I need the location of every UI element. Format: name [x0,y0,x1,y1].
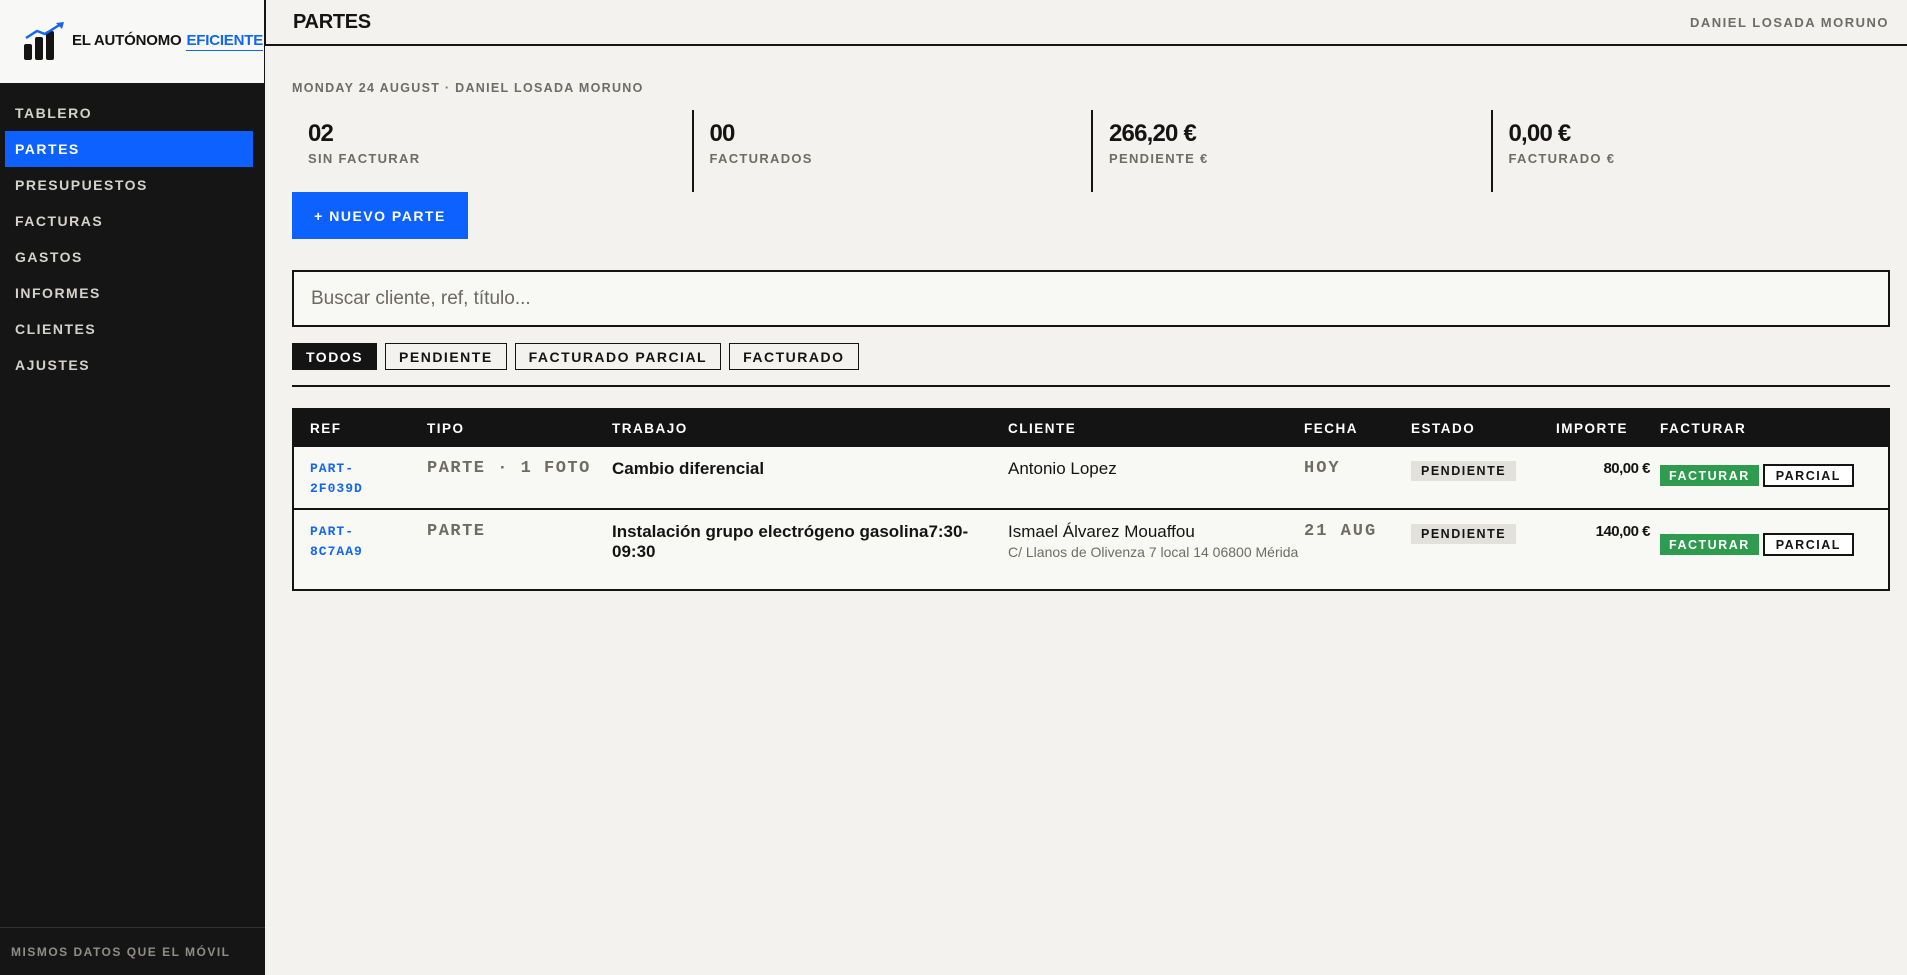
sidebar-item-partes[interactable]: PARTES [5,131,253,167]
cliente-name: Antonio Lopez [1008,459,1117,478]
sidebar-item-gastos[interactable]: GASTOS [5,239,253,275]
bar-chart-growth-icon [24,21,64,60]
tipo-value: PARTE [427,522,486,541]
stat-sin-facturar: 02 SIN FACTURAR [292,110,692,192]
column-header-facturar: FACTURAR [1660,421,1747,436]
trabajo-cell: Instalación grupo electrógeno gasolina7:… [612,510,1008,589]
importe-cell: 80,00 € [1556,447,1660,508]
trabajo-cell: Cambio diferencial [612,447,1008,508]
facturar-button[interactable]: FACTURAR [1660,465,1759,486]
ref-prefix: PART- [310,461,355,476]
sidebar-item-presupuestos[interactable]: PRESUPUESTOS [5,167,253,203]
sidebar-item-informes[interactable]: INFORMES [5,275,253,311]
filter-todos[interactable]: TODOS [292,343,378,370]
date-subtitle: MONDAY 24 AUGUST · DANIEL LOSADA MORUNO [292,81,644,95]
table-header: REF TIPO TRABAJO CLIENTE FECHA ESTADO IM… [294,410,1888,447]
stats-row: 02 SIN FACTURAR 00 FACTURADOS 266,20 € P… [292,110,1890,192]
filter-group: TODOS PENDIENTE FACTURADO PARCIAL FACTUR… [292,343,859,370]
partes-table: REF TIPO TRABAJO CLIENTE FECHA ESTADO IM… [292,408,1890,591]
brand-name-part2: EFICIENTE [186,32,264,51]
stat-value: 266,20 € [1109,120,1197,147]
fecha-cell: HOY [1304,447,1411,508]
stat-value: 00 [709,120,736,147]
cliente-cell: Ismael Álvarez Mouaffou C/ Llanos de Oli… [1008,510,1304,589]
sidebar-item-clientes[interactable]: CLIENTES [5,311,253,347]
new-parte-button[interactable]: + NUEVO PARTE [292,192,468,239]
column-header-trabajo[interactable]: TRABAJO [612,421,1008,436]
ref-code: 8C7AA9 [310,544,363,559]
user-name[interactable]: DANIEL LOSADA MORUNO [1690,15,1889,30]
table-row[interactable]: PART- 8C7AA9 PARTE Instalación grupo ele… [294,508,1888,589]
stat-value: 02 [308,120,334,147]
ref-cell: PART- 2F039D [294,447,427,508]
ref-cell: PART- 8C7AA9 [294,510,427,589]
search-input[interactable] [292,270,1890,327]
stat-pendiente: 266,20 € PENDIENTE € [1091,110,1491,192]
parcial-button[interactable]: PARCIAL [1762,464,1854,487]
fecha-cell: 21 AUG [1304,510,1411,589]
filter-facturado-parcial[interactable]: FACTURADO PARCIAL [514,343,722,370]
ref-link[interactable]: PART- 8C7AA9 [310,522,427,562]
importe-value: 140,00 € [1595,523,1651,540]
fecha-value: HOY [1304,459,1341,478]
facturar-button[interactable]: FACTURAR [1660,534,1759,555]
page-title: PARTES [293,10,371,33]
stat-label: FACTURADOS [709,151,813,166]
facturar-actions: FACTURAR PARCIAL [1660,459,1888,487]
facturar-actions: FACTURAR PARCIAL [1660,528,1888,556]
ref-link[interactable]: PART- 2F039D [310,459,427,499]
tipo-cell: PARTE [427,510,612,589]
table-row[interactable]: PART- 2F039D PARTE · 1 FOTO Cambio difer… [294,447,1888,508]
estado-cell: PENDIENTE [1411,510,1556,589]
tipo-value: PARTE · 1 FOTO [427,459,591,478]
cliente-cell: Antonio Lopez [1008,447,1304,508]
brand[interactable]: EL AUTÓNOMO EFICIENTE [0,0,265,83]
brand-name-part1: EL AUTÓNOMO [72,32,182,49]
ref-prefix: PART- [310,524,355,539]
stat-label: PENDIENTE € [1109,151,1209,166]
filter-pendiente[interactable]: PENDIENTE [385,343,507,370]
stat-facturados: 00 FACTURADOS [691,110,1092,192]
trabajo-title: Instalación grupo electrógeno gasolina7:… [612,522,969,561]
filter-facturado[interactable]: FACTURADO [729,343,859,370]
status-badge: PENDIENTE [1411,524,1517,544]
sidebar-item-ajustes[interactable]: AJUSTES [5,347,253,383]
status-badge: PENDIENTE [1411,461,1517,481]
importe-value: 80,00 € [1603,460,1650,477]
stat-facturado: 0,00 € FACTURADO € [1490,110,1891,192]
column-header-cliente[interactable]: CLIENTE [1008,421,1304,436]
column-header-ref[interactable]: REF [294,421,427,436]
stat-label: SIN FACTURAR [308,151,421,166]
facturar-cell: FACTURAR PARCIAL [1660,447,1888,508]
facturar-cell: FACTURAR PARCIAL [1660,510,1888,589]
parcial-button[interactable]: PARCIAL [1762,533,1854,556]
fecha-value: 21 AUG [1304,522,1378,541]
column-header-tipo[interactable]: TIPO [427,421,612,436]
sidebar: EL AUTÓNOMO EFICIENTE TABLERO PARTES PRE… [0,0,265,975]
page-header: PARTES DANIEL LOSADA MORUNO [265,0,1907,46]
column-header-importe[interactable]: IMPORTE [1556,421,1660,436]
cliente-address: C/ Llanos de Olivenza 7 local 14 06800 M… [1008,544,1299,560]
stat-label: FACTURADO € [1508,151,1616,166]
estado-cell: PENDIENTE [1411,447,1556,508]
sidebar-nav: TABLERO PARTES PRESUPUESTOS FACTURAS GAS… [5,95,253,383]
ref-code: 2F039D [310,481,363,496]
cliente-name: Ismael Álvarez Mouaffou [1008,522,1195,541]
stat-value: 0,00 € [1508,120,1572,147]
brand-name: EL AUTÓNOMO EFICIENTE [72,32,263,51]
column-header-estado[interactable]: ESTADO [1411,421,1556,436]
sidebar-item-tablero[interactable]: TABLERO [5,95,253,131]
column-header-fecha[interactable]: FECHA [1304,421,1411,436]
divider [292,385,1890,387]
sidebar-item-facturas[interactable]: FACTURAS [5,203,253,239]
trabajo-title: Cambio diferencial [612,459,765,478]
tipo-cell: PARTE · 1 FOTO [427,447,612,508]
importe-cell: 140,00 € [1556,510,1660,589]
sidebar-footer: MISMOS DATOS QUE EL MÓVIL [0,927,265,975]
